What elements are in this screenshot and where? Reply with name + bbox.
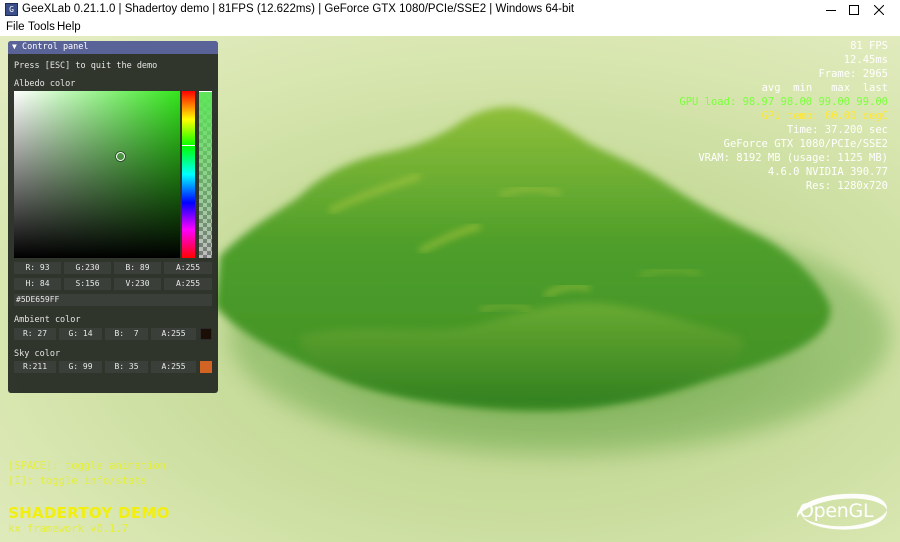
time-readout: Time: 37.200 sec <box>786 124 888 136</box>
fps-readout: 81 FPS <box>850 40 888 52</box>
albedo-g-field[interactable]: G:230 <box>64 262 111 274</box>
ambient-color-swatch[interactable] <box>200 328 212 340</box>
albedo-alpha-slider[interactable] <box>199 91 212 258</box>
frame-counter: Frame: 2965 <box>818 68 888 80</box>
albedo-a-field[interactable]: A:255 <box>164 262 212 274</box>
close-icon <box>874 5 884 15</box>
albedo-h-field[interactable]: H: 84 <box>14 278 61 290</box>
sky-color-swatch[interactable] <box>200 361 212 373</box>
color-picker-cursor[interactable] <box>116 152 125 161</box>
ambient-r-field[interactable]: R: 27 <box>14 328 56 340</box>
albedo-v-field[interactable]: V:230 <box>114 278 161 290</box>
title-bar: G GeeXLab 0.21.1.0 | Shadertoy demo | 81… <box>0 0 900 20</box>
albedo-hex-field[interactable]: #5DE659FF <box>14 294 212 306</box>
collapse-triangle-icon[interactable]: ▼ <box>12 42 17 51</box>
sky-color-label: Sky color <box>14 349 61 359</box>
control-panel-header[interactable]: ▼ Control panel <box>8 41 218 54</box>
ambient-b-field[interactable]: B: 7 <box>105 328 148 340</box>
ambient-color-label: Ambient color <box>14 315 81 325</box>
sky-r-field[interactable]: R:211 <box>14 361 56 373</box>
driver-version: 4.6.0 NVIDIA 390.77 <box>767 166 888 178</box>
frame-time-readout: 12.45ms <box>843 54 888 66</box>
albedo-a2-field[interactable]: A:255 <box>164 278 212 290</box>
framework-version: kx framework v0.1.7 <box>8 523 129 535</box>
ambient-g-field[interactable]: G: 14 <box>59 328 102 340</box>
gpu-temp-readout: GPU temp: 60.00 degC <box>761 110 888 122</box>
geexlab-app-icon[interactable]: G <box>5 3 18 16</box>
hue-slider-marker[interactable] <box>182 145 195 146</box>
sky-a-field[interactable]: A:255 <box>151 361 196 373</box>
quit-hint: Press [ESC] to quit the demo <box>14 61 158 71</box>
albedo-hue-slider[interactable] <box>182 91 195 258</box>
sky-b-field[interactable]: B: 35 <box>105 361 148 373</box>
alpha-slider-marker[interactable] <box>199 91 212 92</box>
close-button[interactable] <box>856 0 900 20</box>
space-hint: [SPACE]: toggle animation <box>8 460 167 472</box>
ambient-a-field[interactable]: A:255 <box>151 328 196 340</box>
menu-tools[interactable]: Tools <box>28 21 55 33</box>
gpu-load-readout: GPU load: 98.97 98.00 99.00 99.00 <box>679 96 888 108</box>
resolution-readout: Res: 1280x720 <box>805 180 888 192</box>
vram-readout: VRAM: 8192 MB (usage: 1125 MB) <box>698 152 888 164</box>
control-panel: ▼ Control panel Press [ESC] to quit the … <box>8 41 218 393</box>
control-panel-title: Control panel <box>22 42 89 52</box>
menu-help[interactable]: Help <box>57 21 81 33</box>
albedo-b-field[interactable]: B: 89 <box>114 262 161 274</box>
info-hint: [I]: toggle info/stats <box>8 475 148 487</box>
albedo-s-field[interactable]: S:156 <box>64 278 111 290</box>
menu-file[interactable]: File <box>6 21 25 33</box>
gpu-name: GeForce GTX 1080/PCIe/SSE2 <box>723 138 888 150</box>
demo-title: SHADERTOY DEMO <box>8 504 170 522</box>
sky-g-field[interactable]: G: 99 <box>59 361 102 373</box>
menu-bar: File Tools Help <box>0 20 900 36</box>
window-title: GeeXLab 0.21.1.0 | Shadertoy demo | 81FP… <box>22 3 575 15</box>
gpu-stats-header: avg min max last <box>761 82 888 94</box>
albedo-r-field[interactable]: R: 93 <box>14 262 61 274</box>
albedo-saturation-value-picker[interactable] <box>14 91 180 258</box>
opengl-logo-text: OpenGL <box>799 500 874 522</box>
albedo-color-label: Albedo color <box>14 79 76 89</box>
